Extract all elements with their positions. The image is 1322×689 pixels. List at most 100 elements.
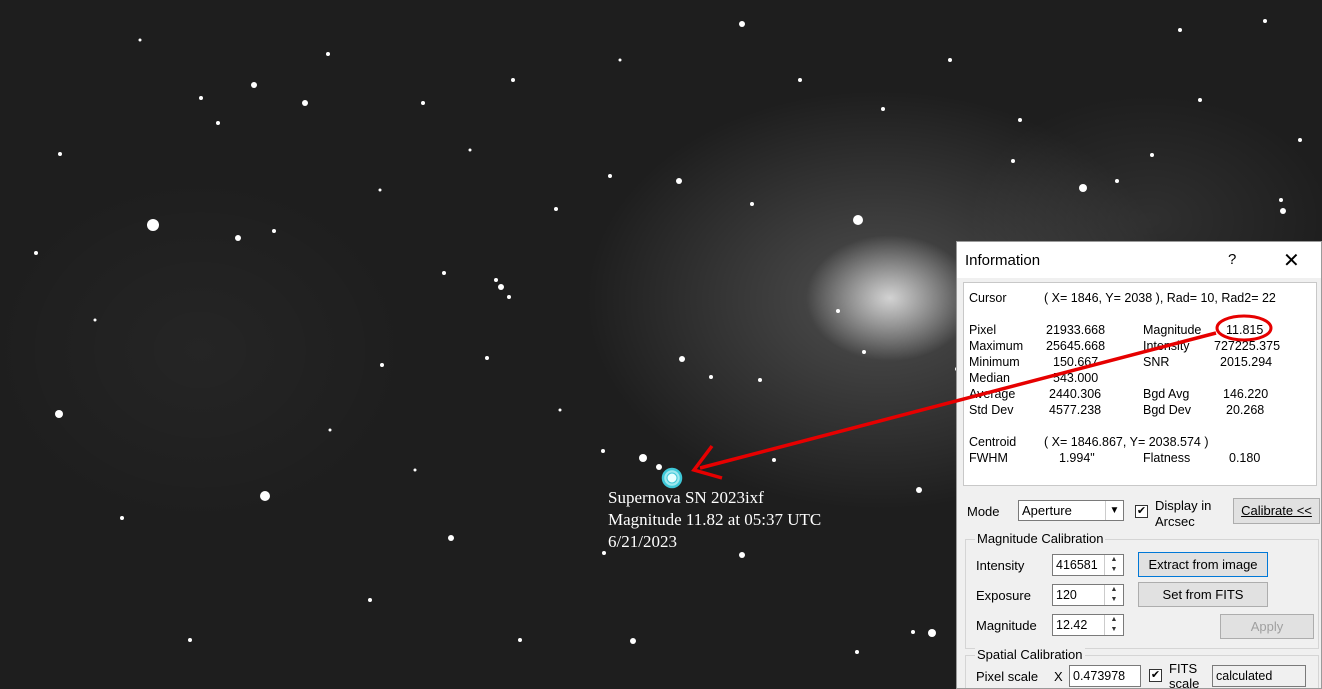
star	[602, 551, 606, 555]
measurement-readout: Cursor ( X= 1846, Y= 2038 ), Rad= 10, Ra…	[963, 282, 1317, 486]
average-value: 2440.306	[1049, 387, 1102, 401]
star	[251, 82, 257, 88]
spin-arrows-icon[interactable]: ▲ ▼	[1104, 585, 1123, 605]
magnitude-value: 11.815	[1226, 323, 1264, 337]
cursor-value: ( X= 1846, Y= 2038 ), Rad= 10, Rad2= 22	[1044, 291, 1276, 305]
star	[199, 96, 203, 100]
information-window: Information ? ✕ Cursor ( X= 1846, Y= 203…	[956, 241, 1322, 689]
star	[485, 356, 489, 360]
fwhm-value: 1.994"	[1059, 451, 1095, 465]
snr-value: 2015.294	[1220, 355, 1273, 369]
calib-exposure-value: 120	[1056, 588, 1077, 602]
star	[518, 638, 522, 642]
star	[442, 271, 446, 275]
calib-intensity-stepper[interactable]: 416581 ▲ ▼	[1052, 554, 1124, 576]
star	[120, 516, 124, 520]
star	[1279, 198, 1283, 202]
star	[511, 78, 515, 82]
pixel-scale-x-input[interactable]: 0.473978	[1069, 665, 1141, 687]
star	[948, 58, 952, 62]
bgd-avg-value: 146.220	[1223, 387, 1269, 401]
window-title: Information	[965, 252, 1041, 269]
star	[798, 78, 802, 82]
star	[413, 468, 417, 472]
median-label: Median	[969, 371, 1010, 385]
star	[216, 121, 220, 125]
spin-arrows-icon[interactable]: ▲ ▼	[1104, 615, 1123, 635]
star	[1198, 98, 1202, 102]
minimum-value: 150.667	[1053, 355, 1099, 369]
close-button[interactable]: ✕	[1283, 248, 1300, 273]
stddev-value: 4577.238	[1049, 403, 1102, 417]
star	[1150, 153, 1154, 157]
spatial-calibration-title: Spatial Calibration	[975, 647, 1085, 662]
calculated-field: calculated	[1212, 665, 1306, 687]
star	[498, 284, 504, 290]
star	[188, 638, 192, 642]
fwhm-label: FWHM	[969, 451, 1008, 465]
star	[1115, 179, 1119, 183]
maximum-label: Maximum	[969, 339, 1024, 353]
star	[601, 449, 605, 453]
supernova-date-label: 6/21/2023	[608, 532, 677, 551]
star	[1011, 159, 1015, 163]
star	[326, 52, 330, 56]
star	[1178, 28, 1182, 32]
star	[421, 101, 425, 105]
star	[772, 458, 776, 462]
pixel-scale-label: Pixel scale	[976, 669, 1039, 684]
supernova-magnitude-label: Magnitude 11.82 at 05:37 UTC	[608, 510, 822, 529]
pixel-scale-x-value: 0.473978	[1073, 669, 1126, 683]
fits-scale-label-line2: scale	[1169, 676, 1200, 689]
flatness-value: 0.180	[1229, 451, 1261, 465]
centroid-label: Centroid	[969, 435, 1017, 449]
bgd-dev-label: Bgd Dev	[1143, 403, 1191, 417]
fits-scale-checkbox[interactable]: ✔	[1149, 669, 1162, 682]
average-label: Average	[969, 387, 1016, 401]
display-arcsec-checkbox[interactable]: ✔	[1135, 505, 1148, 518]
calib-exposure-label: Exposure	[976, 588, 1031, 603]
star	[55, 410, 63, 418]
mode-select[interactable]: Aperture ▼	[1018, 500, 1124, 521]
star	[1263, 19, 1267, 23]
star	[1280, 208, 1286, 214]
star	[836, 309, 840, 313]
pixel-scale-x-label: X	[1054, 669, 1063, 684]
chevron-down-icon[interactable]: ▼	[1105, 501, 1123, 520]
star	[1079, 184, 1087, 192]
star	[758, 378, 762, 382]
set-from-fits-button[interactable]: Set from FITS	[1138, 582, 1268, 607]
star	[368, 598, 372, 602]
apply-button[interactable]: Apply	[1220, 614, 1314, 639]
star	[928, 629, 936, 637]
calib-exposure-stepper[interactable]: 120 ▲ ▼	[1052, 584, 1124, 606]
spin-arrows-icon[interactable]: ▲ ▼	[1104, 555, 1123, 575]
star	[911, 630, 915, 634]
median-value: 543.000	[1053, 371, 1099, 385]
calibrate-button[interactable]: Calibrate <<	[1233, 498, 1320, 524]
star	[554, 207, 558, 211]
maximum-value: 25645.668	[1046, 339, 1106, 353]
calib-magnitude-value: 12.42	[1056, 618, 1088, 632]
help-button[interactable]: ?	[1228, 251, 1236, 268]
mode-value: Aperture	[1022, 503, 1072, 518]
pixel-value: 21933.668	[1046, 323, 1106, 337]
star	[58, 152, 62, 156]
star	[328, 428, 332, 432]
title-bar[interactable]: Information ? ✕	[957, 242, 1321, 278]
star	[558, 408, 562, 412]
calibrate-button-label: Calibrate <<	[1241, 503, 1312, 518]
star	[639, 454, 647, 462]
check-icon: ✔	[1150, 669, 1161, 681]
star	[93, 318, 97, 322]
magnitude-label: Magnitude	[1143, 323, 1202, 337]
star	[862, 350, 866, 354]
calib-magnitude-stepper[interactable]: 12.42 ▲ ▼	[1052, 614, 1124, 636]
star	[380, 363, 384, 367]
star	[378, 188, 382, 192]
calculated-value: calculated	[1216, 669, 1273, 683]
extract-from-image-button[interactable]: Extract from image	[1138, 552, 1268, 577]
star	[260, 491, 270, 501]
snr-label: SNR	[1143, 355, 1170, 369]
star	[147, 219, 159, 231]
